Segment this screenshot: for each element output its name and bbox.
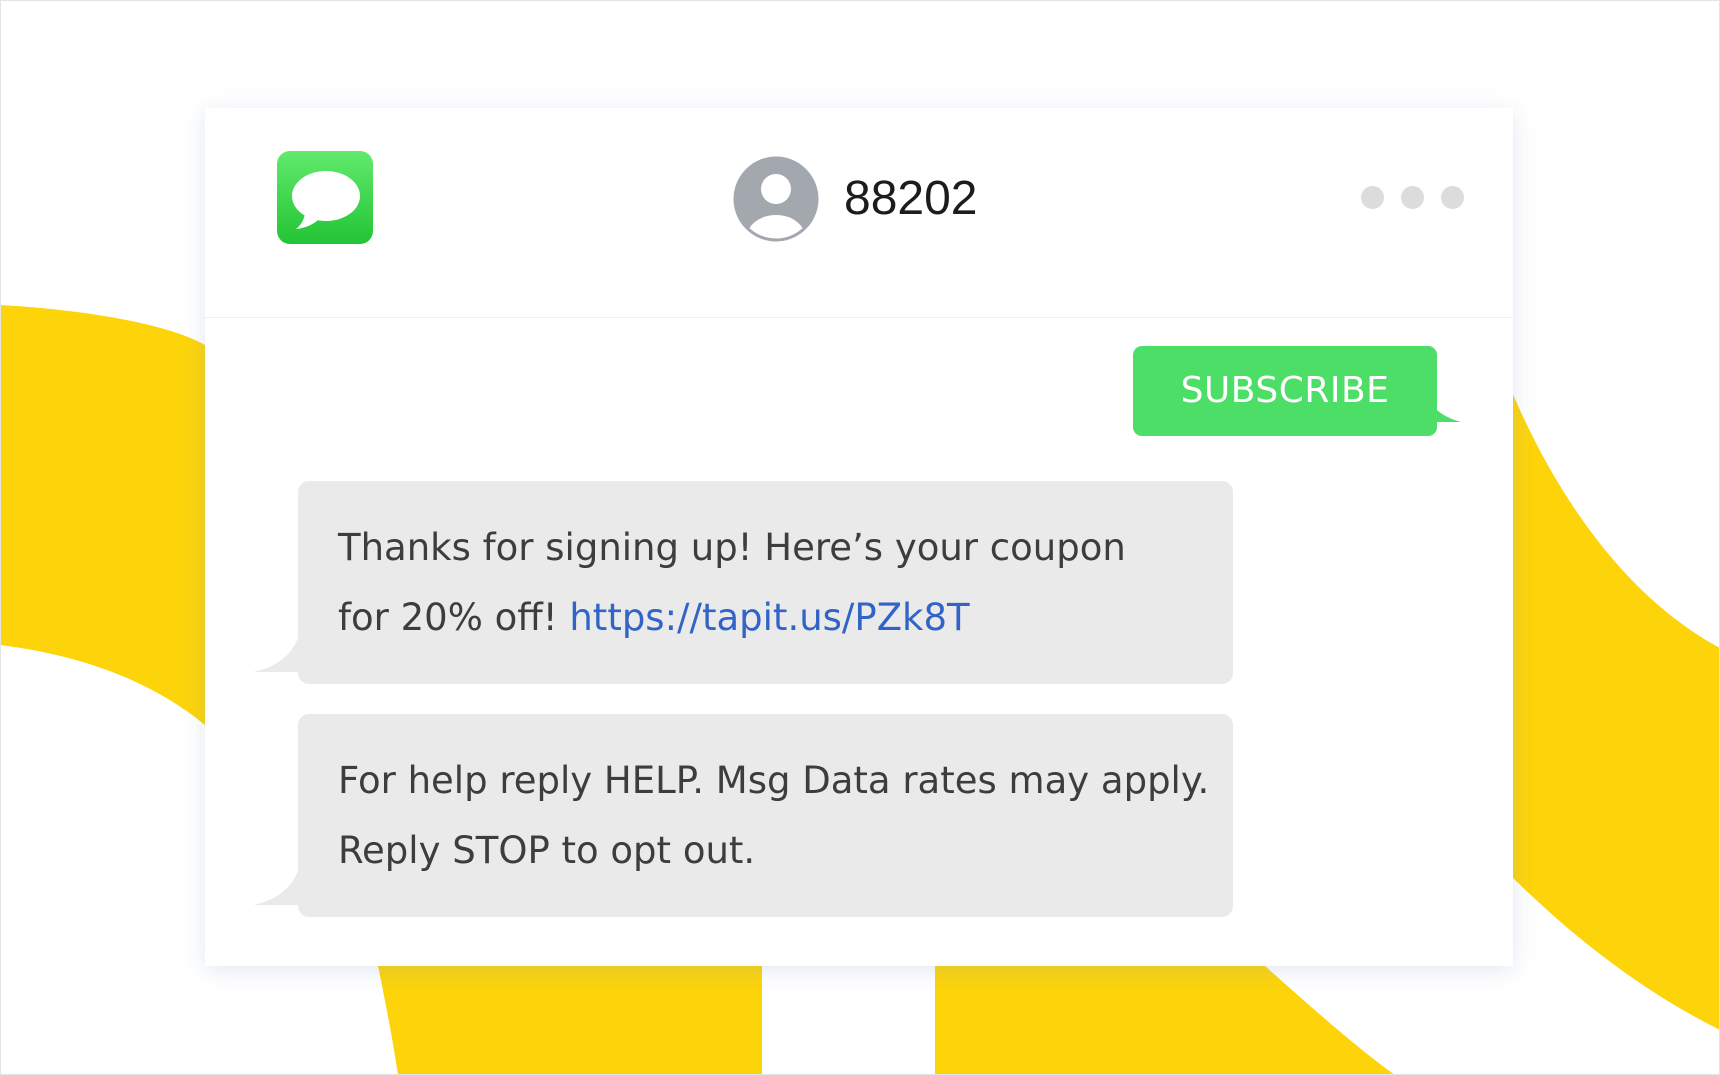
- incoming-message-text: Thanks for signing up! Here’s your coupo…: [338, 513, 1218, 653]
- incoming-message-bubble: Thanks for signing up! Here’s your coupo…: [253, 481, 1233, 684]
- message-line: Thanks for signing up! Here’s your coupo…: [338, 526, 1126, 569]
- bubble-tail: [253, 861, 301, 905]
- bubble-tail: [253, 628, 301, 672]
- messages-window: 88202 SUBSCRIBE Thanks for signing up! H…: [205, 108, 1513, 966]
- incoming-message-bubble: For help reply HELP. Msg Data rates may …: [253, 714, 1233, 917]
- conversation-header: 88202: [205, 108, 1513, 318]
- more-options-button[interactable]: [1353, 183, 1465, 213]
- message-line: For help reply HELP. Msg Data rates may …: [338, 759, 1210, 802]
- incoming-message-text: For help reply HELP. Msg Data rates may …: [338, 746, 1218, 886]
- outgoing-message-bubble: SUBSCRIBE: [1133, 346, 1461, 436]
- message-text-prefix: for 20% off!: [338, 596, 570, 639]
- messages-icon: [277, 151, 373, 244]
- outgoing-message-text: SUBSCRIBE: [1180, 370, 1390, 411]
- coupon-link[interactable]: https://tapit.us/PZk8T: [569, 596, 969, 639]
- message-line: for 20% off! https://tapit.us/PZk8T: [338, 583, 1218, 653]
- message-line: Reply STOP to opt out.: [338, 829, 756, 872]
- person-avatar-icon: [733, 156, 819, 242]
- contact-number: 88202: [844, 172, 978, 225]
